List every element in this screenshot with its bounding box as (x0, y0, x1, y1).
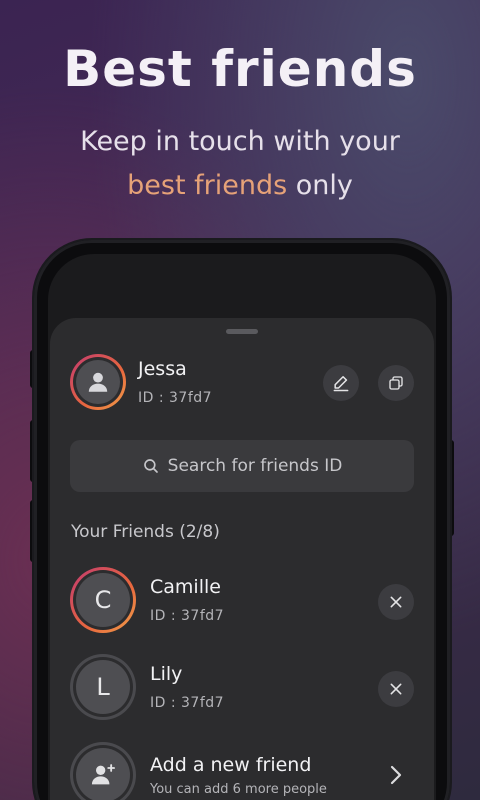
hero-subtitle-line2: best friends only (0, 164, 480, 208)
friend-id: ID : 37fd7 (150, 608, 225, 624)
search-icon (143, 459, 158, 473)
friend-name: Camille (150, 576, 221, 598)
friends-section-title: Your Friends (2/8) (71, 522, 220, 542)
copy-id-button[interactable] (378, 365, 414, 401)
hero-title: Best friends (63, 40, 417, 98)
profile-avatar[interactable] (70, 354, 126, 410)
add-person-icon (91, 764, 116, 785)
friend-id: ID : 37fd7 (150, 695, 225, 711)
friend-initial: C (94, 586, 112, 614)
friend-avatar-core: L (76, 660, 130, 714)
add-friend-avatar (70, 742, 136, 800)
add-friend-subtitle: You can add 6 more people (150, 782, 327, 797)
hero-subtitle-accent: best friends (127, 170, 288, 201)
search-input[interactable]: Search for friends ID (70, 440, 414, 492)
profile-avatar-core (76, 360, 120, 404)
search-placeholder: Search for friends ID (167, 456, 343, 476)
friend-avatar: L (70, 654, 136, 720)
sheet-handle[interactable] (226, 329, 258, 334)
friend-avatar-core: C (76, 573, 130, 627)
hero-subtitle: Keep in touch with your best friends onl… (0, 120, 480, 208)
close-icon (390, 683, 402, 695)
remove-friend-button[interactable] (378, 584, 414, 620)
copy-icon (389, 376, 403, 390)
add-friend-title: Add a new friend (150, 754, 312, 776)
friend-avatar: C (70, 567, 136, 633)
friend-name: Lily (150, 663, 183, 685)
person-icon (88, 372, 108, 392)
close-icon (390, 596, 402, 608)
hero-subtitle-end: only (287, 170, 353, 201)
chevron-right-icon (390, 765, 402, 785)
hero-subtitle-line1: Keep in touch with your (80, 126, 400, 157)
profile-id: ID : 37fd7 (138, 390, 213, 406)
edit-icon (333, 376, 349, 392)
friend-initial: L (96, 673, 110, 701)
edit-profile-button[interactable] (323, 365, 359, 401)
remove-friend-button[interactable] (378, 671, 414, 707)
profile-name: Jessa (138, 358, 187, 380)
friends-sheet: Jessa ID : 37fd7 Search for friends ID Y… (50, 318, 434, 800)
add-friend-avatar-core (76, 748, 130, 800)
